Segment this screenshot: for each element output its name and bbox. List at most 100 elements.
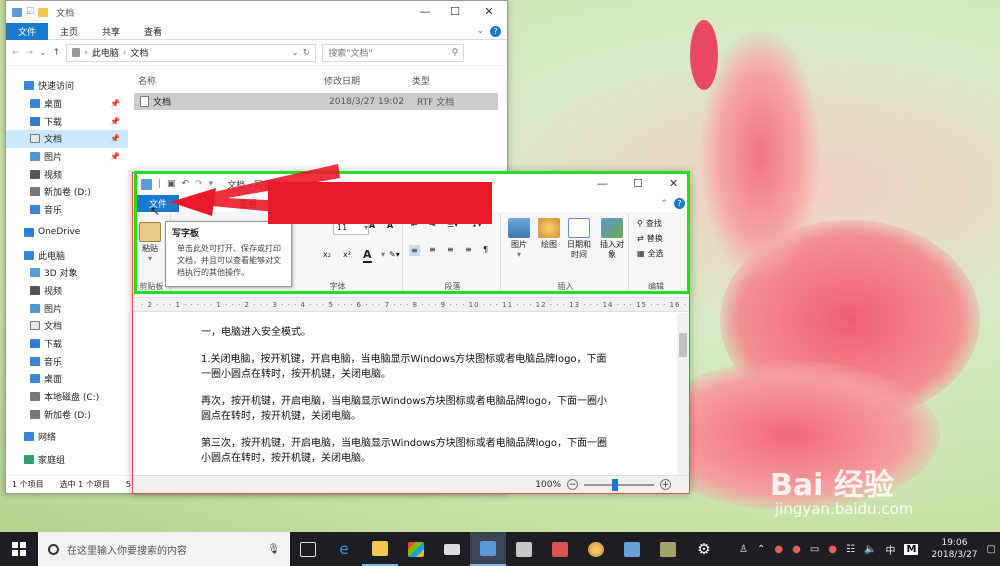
find-button[interactable]: ⚲ 查找	[637, 218, 662, 229]
align-center-icon[interactable]: ≡	[429, 245, 436, 254]
subscript-icon[interactable]: x₂	[323, 250, 331, 259]
store-button[interactable]	[398, 532, 434, 566]
wordpad-taskbar-button[interactable]	[470, 532, 506, 566]
vertical-scrollbar[interactable]	[677, 313, 689, 477]
tray-app-icon[interactable]: ●	[792, 544, 801, 555]
sidebar-item[interactable]: 视频	[6, 282, 128, 300]
volume-icon[interactable]: 🔈	[864, 544, 876, 555]
forward-arrow-icon[interactable]: →	[26, 48, 34, 58]
pin-icon[interactable]: 📌	[110, 152, 120, 161]
ruler[interactable]: · 2 · · · 1 · · · · · 1 · · · 2 · · · 3 …	[133, 298, 689, 312]
address-bar[interactable]: › 此电脑 › 文档 ⌄ ↻	[66, 43, 317, 62]
sidebar-item[interactable]: 文档 📌	[6, 130, 128, 148]
mail-button[interactable]	[434, 532, 470, 566]
superscript-icon[interactable]: x²	[343, 250, 351, 259]
file-explorer-taskbar-button[interactable]	[362, 532, 398, 566]
justify-icon[interactable]: ≡	[465, 245, 472, 254]
sidebar-item[interactable]: 家庭组	[6, 451, 128, 469]
font-color-dropdown-icon[interactable]: ▾	[381, 250, 385, 259]
file-row[interactable]: 文档 2018/3/27 19:02 RTF 文档	[134, 93, 498, 110]
edge-button[interactable]: e	[326, 532, 362, 566]
chevron-down-icon[interactable]: ⌄	[476, 26, 484, 36]
sidebar-item[interactable]: 图片 📌	[6, 148, 128, 166]
sidebar-item[interactable]: 下载	[6, 335, 128, 353]
column-date[interactable]: 修改日期	[324, 74, 412, 87]
sidebar-item[interactable]: 本地磁盘 (C:)	[6, 388, 128, 406]
app-button-2[interactable]	[542, 532, 578, 566]
zoom-slider-thumb[interactable]	[612, 478, 618, 491]
column-type[interactable]: 类型	[412, 74, 430, 87]
select-all-button[interactable]: ▦ 全选	[637, 248, 664, 259]
microphone-icon[interactable]: 🎙	[267, 544, 280, 555]
sidebar-item[interactable]: 桌面 📌	[6, 95, 128, 113]
highlight-icon[interactable]: ✎▾	[389, 250, 400, 259]
sidebar-item[interactable]: 视频	[6, 165, 128, 183]
pin-icon[interactable]: 📌	[110, 117, 120, 126]
app-button-3[interactable]	[614, 532, 650, 566]
scroll-thumb[interactable]	[679, 333, 687, 357]
quick-access-toolbar-icon[interactable]: ☑	[26, 7, 34, 17]
notification-icon[interactable]: ▢	[987, 544, 996, 555]
column-name[interactable]: 名称	[134, 74, 324, 87]
clock[interactable]: 19:06 2018/3/27	[931, 537, 977, 561]
sidebar-item[interactable]: 快速访问	[6, 77, 128, 95]
wordpad-app-icon[interactable]	[141, 178, 152, 190]
maximize-icon[interactable]: ☐	[440, 5, 470, 18]
paint-button[interactable]	[578, 532, 614, 566]
minimize-icon[interactable]: —	[597, 177, 608, 190]
insert-object-button[interactable]: 插入对象	[597, 218, 627, 259]
sidebar-item[interactable]: 图片	[6, 299, 128, 317]
sidebar-item[interactable]: 音乐	[6, 201, 128, 219]
breadcrumb-this-pc[interactable]: 此电脑	[92, 46, 119, 59]
tray-app-icon[interactable]: ●	[828, 544, 837, 555]
tab-file[interactable]: 文件	[6, 22, 49, 40]
sidebar-item[interactable]: OneDrive	[6, 224, 128, 242]
align-right-icon[interactable]: ≡	[447, 245, 454, 254]
replace-button[interactable]: ⇄ 替换	[637, 233, 663, 244]
app-button-1[interactable]	[506, 532, 542, 566]
recent-dropdown-icon[interactable]: ⌄	[39, 48, 47, 58]
sidebar-item[interactable]: 新加卷 (D:)	[6, 183, 128, 201]
refresh-icon[interactable]: ↻	[303, 48, 311, 58]
zoom-out-icon[interactable]: −	[567, 479, 578, 490]
tab-home[interactable]: 主页	[48, 23, 90, 40]
sidebar-item[interactable]: 3D 对象	[6, 264, 128, 282]
sidebar-item[interactable]: 下载 📌	[6, 112, 128, 130]
search-input[interactable]: 搜索"文档" ⚲	[322, 43, 465, 62]
insert-picture-button[interactable]: 图片 ▾	[505, 218, 533, 259]
app-button-4[interactable]	[650, 532, 686, 566]
sidebar-item[interactable]: 新加卷 (D:)	[6, 405, 128, 423]
show-hidden-icons-chevron[interactable]: ⌃	[757, 544, 765, 555]
tray-app-icon[interactable]: ●	[774, 544, 783, 555]
chevron-up-icon[interactable]: ⌃	[660, 199, 668, 209]
breadcrumb-documents[interactable]: 文档	[130, 46, 148, 59]
back-arrow-icon[interactable]: ←	[12, 48, 20, 58]
pin-icon[interactable]: 📌	[110, 134, 120, 143]
paint-drawing-button[interactable]: 绘图	[535, 218, 563, 250]
chevron-down-icon[interactable]: ⌄	[291, 48, 299, 58]
paragraph-settings-icon[interactable]: ¶	[483, 245, 488, 254]
taskbar-search-input[interactable]: 在这里输入你要搜索的内容 🎙	[38, 532, 290, 566]
sidebar-item[interactable]: 桌面	[6, 370, 128, 388]
align-left-icon[interactable]: ≡	[409, 245, 420, 256]
font-color-icon[interactable]: A	[363, 248, 372, 263]
task-view-button[interactable]	[290, 532, 326, 566]
tab-share[interactable]: 共享	[90, 23, 132, 40]
tab-view[interactable]: 查看	[132, 23, 174, 40]
up-arrow-icon[interactable]: ↑	[53, 48, 61, 58]
help-icon[interactable]: ?	[674, 198, 685, 209]
ime-language[interactable]: 中	[885, 542, 895, 557]
zoom-slider[interactable]	[584, 478, 654, 491]
settings-button[interactable]: ⚙	[686, 532, 722, 566]
people-icon[interactable]: ♙	[739, 544, 748, 555]
start-button[interactable]	[0, 532, 38, 566]
paste-button[interactable]: 粘贴 ▾	[139, 222, 161, 263]
sidebar-item[interactable]: 文档	[6, 317, 128, 335]
tray-app-icon[interactable]: ▭	[810, 544, 819, 555]
sidebar-item[interactable]: 此电脑	[6, 246, 128, 264]
document-area[interactable]: 一，电脑进入安全模式。 1.关闭电脑，按开机键，开启电脑，当电脑显示Window…	[133, 313, 678, 475]
sidebar-item[interactable]: 音乐	[6, 352, 128, 370]
help-icon[interactable]: ?	[490, 25, 501, 37]
zoom-in-icon[interactable]: +	[660, 479, 671, 490]
sidebar-item[interactable]: 网络	[6, 428, 128, 446]
